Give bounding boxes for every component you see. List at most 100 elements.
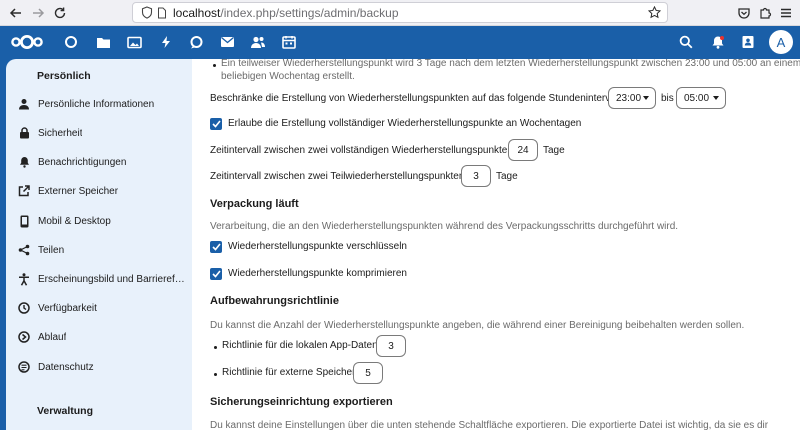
checkmark-icon bbox=[211, 120, 221, 128]
reload-icon bbox=[54, 7, 66, 19]
sidebar-item-appearance[interactable]: Erscheinungsbild und Barrieref… bbox=[6, 268, 192, 290]
share-icon bbox=[17, 243, 31, 257]
url-text: localhost/index.php/settings/admin/backu… bbox=[173, 6, 399, 20]
chevron-down-icon bbox=[643, 96, 649, 100]
packing-description: Verarbeitung, die an den Wiederherstellu… bbox=[210, 221, 679, 232]
partial-interval-input[interactable]: 3 bbox=[461, 165, 491, 187]
address-bar[interactable]: localhost/index.php/settings/admin/backu… bbox=[132, 2, 668, 23]
sidebar-item-label: Erscheinungsbild und Barrieref… bbox=[38, 273, 185, 285]
sidebar-item-availability[interactable]: Verfügbarkeit bbox=[6, 297, 192, 319]
compress-label: Wiederherstellungspunkte komprimieren bbox=[228, 268, 407, 279]
photos-icon[interactable] bbox=[124, 32, 144, 52]
interval-label: Beschränke die Erstellung von Wiederhers… bbox=[210, 93, 624, 104]
sidebar-item-label: Externer Speicher bbox=[38, 185, 119, 197]
partial-interval-unit: Tage bbox=[496, 171, 518, 182]
sidebar-item-security[interactable]: Sicherheit bbox=[6, 122, 192, 144]
page-icon bbox=[158, 7, 166, 19]
list-bullet bbox=[214, 346, 217, 349]
app-header: A bbox=[0, 26, 800, 59]
full-interval-input[interactable]: 24 bbox=[508, 139, 538, 161]
talk-icon[interactable] bbox=[186, 32, 206, 52]
full-interval-unit: Tage bbox=[543, 145, 565, 156]
external-policy-label: Richtlinie für externe Speicher: bbox=[222, 367, 359, 378]
back-button[interactable] bbox=[6, 3, 26, 23]
encrypt-checkbox[interactable] bbox=[210, 241, 222, 253]
encrypt-label: Wiederherstellungspunkte verschlüsseln bbox=[228, 241, 407, 252]
accessibility-icon bbox=[17, 272, 31, 286]
sidebar-item-label: Sicherheit bbox=[38, 127, 83, 139]
privacy-icon bbox=[17, 360, 31, 374]
packing-heading: Verpackung läuft bbox=[210, 198, 299, 210]
checkmark-icon bbox=[211, 270, 221, 278]
hamburger-icon bbox=[781, 8, 791, 18]
interval-to-select[interactable]: 05:00 bbox=[676, 87, 726, 109]
intro-text-line2: beliebigen Wochentag erstellt. bbox=[221, 71, 355, 82]
phone-icon bbox=[17, 214, 31, 228]
sidebar-item-label: Ablauf bbox=[38, 331, 67, 343]
sidebar-item-label: Verfügbarkeit bbox=[38, 302, 97, 314]
sidebar-item-personal-info[interactable]: Persönliche Informationen bbox=[6, 93, 192, 115]
bell-icon[interactable] bbox=[708, 32, 728, 52]
clock-icon bbox=[17, 301, 31, 315]
url-path: /index.php/settings/admin/backup bbox=[220, 6, 399, 20]
sidebar-item-privacy[interactable]: Datenschutz bbox=[6, 356, 192, 378]
local-policy-label: Richtlinie für die lokalen App-Daten: bbox=[222, 340, 381, 351]
sidebar-item-flow[interactable]: Ablauf bbox=[6, 326, 192, 348]
sidebar-item-label: Benachrichtigungen bbox=[38, 156, 127, 168]
list-bullet bbox=[214, 373, 217, 376]
sidebar-item-label: Persönliche Informationen bbox=[38, 98, 155, 110]
retention-description: Du kannst die Anzahl der Wiederherstellu… bbox=[210, 320, 745, 331]
dashboard-icon[interactable] bbox=[61, 32, 81, 52]
retention-heading: Aufbewahrungsrichtlinie bbox=[210, 295, 339, 307]
sidebar-heading-personal: Persönlich bbox=[37, 70, 91, 82]
lock-icon bbox=[17, 126, 31, 140]
forward-button[interactable] bbox=[28, 3, 48, 23]
contacts-menu-icon[interactable] bbox=[738, 32, 758, 52]
mail-icon[interactable] bbox=[217, 32, 237, 52]
activity-icon[interactable] bbox=[156, 32, 176, 52]
person-icon bbox=[17, 97, 31, 111]
pocket-icon bbox=[738, 8, 750, 19]
flow-icon bbox=[17, 330, 31, 344]
allow-weekday-checkbox[interactable] bbox=[210, 118, 222, 130]
sidebar-item-external-storage[interactable]: Externer Speicher bbox=[6, 180, 192, 202]
logo-icon[interactable] bbox=[10, 32, 44, 52]
sidebar-item-notifications[interactable]: Benachrichtigungen bbox=[6, 151, 192, 173]
interval-to-word: bis bbox=[661, 93, 674, 104]
arrow-left-icon bbox=[9, 8, 21, 18]
export-heading: Sicherungseinrichtung exportieren bbox=[210, 396, 393, 408]
menu-button[interactable] bbox=[776, 3, 796, 23]
settings-sidebar: Persönlich Persönliche Informationen Sic… bbox=[6, 59, 192, 430]
compress-checkbox[interactable] bbox=[210, 268, 222, 280]
full-interval-label: Zeitintervall zwischen zwei vollständige… bbox=[210, 145, 516, 156]
contacts-icon[interactable] bbox=[248, 32, 268, 52]
interval-from-select[interactable]: 23:00 bbox=[608, 87, 656, 109]
avatar[interactable]: A bbox=[769, 30, 793, 54]
sidebar-heading-admin: Verwaltung bbox=[37, 405, 94, 417]
sidebar-item-sharing[interactable]: Teilen bbox=[6, 239, 192, 261]
puzzle-icon bbox=[760, 7, 772, 19]
export-description: Du kannst deine Einstellungen über die u… bbox=[210, 420, 769, 430]
reload-button[interactable] bbox=[50, 3, 70, 23]
interval-to-value: 05:00 bbox=[684, 92, 710, 104]
bell-icon bbox=[17, 155, 31, 169]
backup-settings-panel: Ein teilweiser Wiederherstellungspunkt w… bbox=[192, 59, 800, 430]
allow-weekday-label: Erlaube die Erstellung vollständiger Wie… bbox=[228, 118, 582, 129]
external-policy-input[interactable]: 5 bbox=[353, 362, 383, 384]
external-link-icon bbox=[17, 184, 31, 198]
calendar-icon[interactable] bbox=[279, 32, 299, 52]
chevron-down-icon bbox=[713, 96, 719, 100]
sidebar-item-label: Teilen bbox=[38, 244, 65, 256]
sidebar-item-label: Datenschutz bbox=[38, 361, 94, 373]
star-icon bbox=[648, 6, 661, 19]
files-icon[interactable] bbox=[93, 32, 113, 52]
list-bullet bbox=[213, 64, 216, 67]
search-icon[interactable] bbox=[676, 32, 696, 52]
extensions-button[interactable] bbox=[755, 3, 775, 23]
pocket-button[interactable] bbox=[734, 3, 754, 23]
interval-from-value: 23:00 bbox=[616, 92, 642, 104]
shield-icon bbox=[141, 6, 153, 19]
local-policy-input[interactable]: 3 bbox=[376, 335, 406, 357]
sidebar-item-mobile-desktop[interactable]: Mobil & Desktop bbox=[6, 210, 192, 232]
url-host: localhost bbox=[173, 6, 221, 20]
